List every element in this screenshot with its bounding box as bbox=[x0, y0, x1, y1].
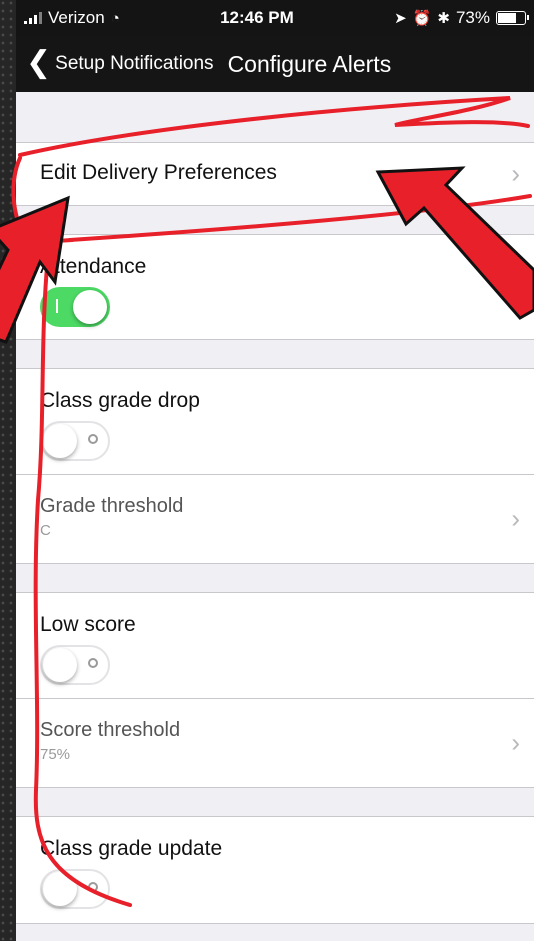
wifi-icon: ◔ bbox=[110, 9, 120, 27]
page-title: Configure Alerts bbox=[227, 50, 392, 77]
chevron-right-icon: › bbox=[511, 503, 520, 534]
battery-percent: 73% bbox=[455, 8, 490, 27]
low-score-label: Low score bbox=[40, 613, 136, 636]
edit-delivery-preferences-label: Edit Delivery Preferences bbox=[40, 161, 277, 184]
delivery-group: Edit Delivery Preferences › bbox=[16, 143, 534, 206]
score-threshold-label: Score threshold bbox=[40, 719, 181, 741]
battery-icon bbox=[496, 11, 529, 25]
back-label: Setup Notifications bbox=[55, 53, 214, 74]
toggle-knob bbox=[73, 290, 107, 324]
bluetooth-icon: ✱ bbox=[437, 10, 450, 27]
edit-delivery-preferences-row[interactable]: Edit Delivery Preferences › bbox=[16, 143, 534, 205]
status-time: 12:46 PM bbox=[220, 8, 294, 27]
back-button[interactable]: ❮ Setup Notifications bbox=[26, 45, 214, 79]
section-gap bbox=[16, 340, 534, 369]
section-gap bbox=[16, 788, 534, 817]
class-grade-drop-label: Class grade drop bbox=[40, 389, 200, 412]
attendance-group: Attendance bbox=[16, 235, 534, 340]
class-grade-update-row: Class grade update bbox=[16, 817, 534, 923]
toggle-knob bbox=[43, 648, 77, 682]
toggle-knob bbox=[43, 872, 77, 906]
navigation-bar: ❮ Setup Notifications Configure Alerts bbox=[16, 36, 534, 92]
toggle-knob bbox=[43, 424, 77, 458]
carrier-name: Verizon bbox=[48, 8, 105, 27]
grade-threshold-row[interactable]: Grade threshold C › bbox=[16, 475, 534, 563]
battery-fill bbox=[498, 13, 516, 23]
score-threshold-row[interactable]: Score threshold 75% › bbox=[16, 699, 534, 787]
section-gap bbox=[16, 564, 534, 593]
signal-icon bbox=[24, 12, 42, 24]
score-threshold-value: 75% bbox=[40, 746, 71, 763]
class-grade-update-group: Class grade update bbox=[16, 817, 534, 924]
class-grade-drop-group: Class grade drop Grade threshold C › bbox=[16, 369, 534, 564]
location-icon: ➤ bbox=[394, 10, 407, 27]
grade-threshold-label: Grade threshold bbox=[40, 495, 184, 517]
class-grade-drop-toggle[interactable] bbox=[40, 421, 110, 461]
chevron-right-icon: › bbox=[511, 727, 520, 758]
attendance-toggle[interactable] bbox=[40, 287, 110, 327]
toggle-off-mark-icon bbox=[88, 882, 98, 892]
alarm-icon: ⏰ bbox=[412, 10, 432, 27]
class-grade-update-label: Class grade update bbox=[40, 837, 223, 860]
phone-screen: Verizon ◔ 12:46 PM ➤ ⏰ ✱ 73% ❮ Setup Not… bbox=[16, 0, 534, 941]
class-grade-drop-row: Class grade drop bbox=[16, 369, 534, 475]
chevron-left-icon: ❮ bbox=[26, 45, 52, 79]
toggle-off-mark-icon bbox=[88, 658, 98, 668]
toggle-on-mark-icon bbox=[56, 299, 58, 313]
attendance-label: Attendance bbox=[40, 255, 147, 278]
low-score-toggle[interactable] bbox=[40, 645, 110, 685]
section-gap bbox=[16, 92, 534, 143]
class-grade-update-toggle[interactable] bbox=[40, 869, 110, 909]
toggle-off-mark-icon bbox=[88, 434, 98, 444]
grade-threshold-value: C bbox=[40, 522, 51, 539]
attendance-row: Attendance bbox=[16, 235, 534, 339]
low-score-row: Low score bbox=[16, 593, 534, 699]
low-score-group: Low score Score threshold 75% › bbox=[16, 593, 534, 788]
section-gap bbox=[16, 206, 534, 235]
chevron-right-icon: › bbox=[511, 158, 520, 189]
status-bar: Verizon ◔ 12:46 PM ➤ ⏰ ✱ 73% bbox=[16, 0, 534, 36]
